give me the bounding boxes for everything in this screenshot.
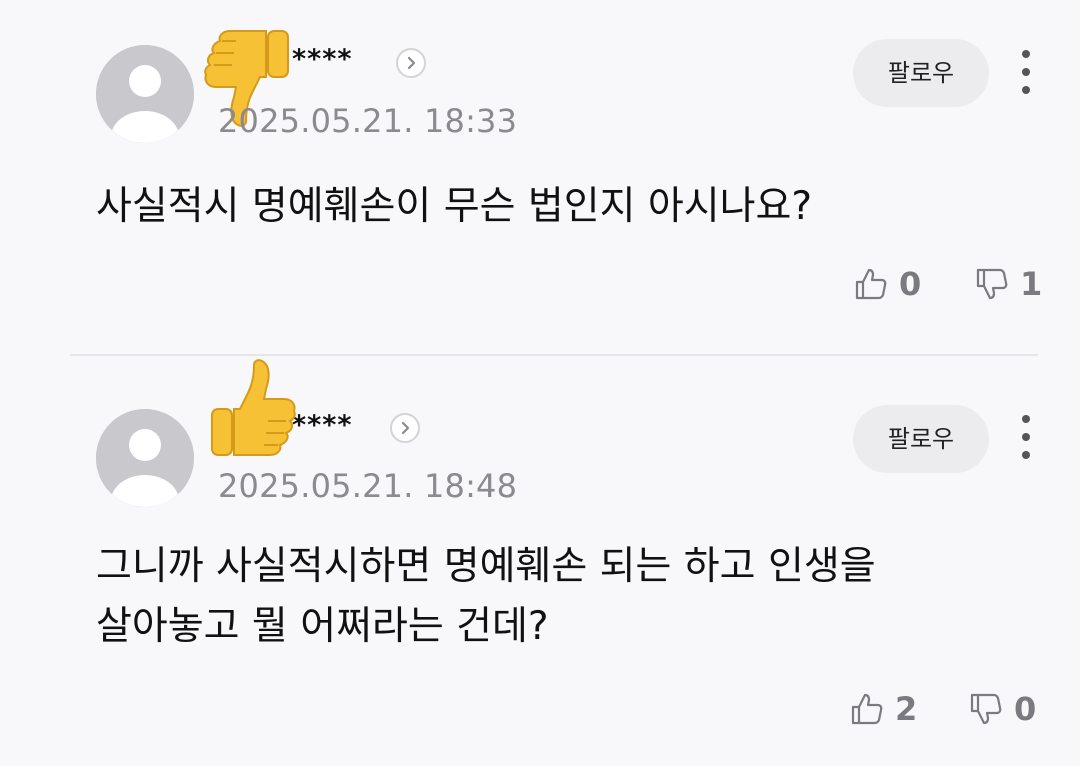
- profile-chevron-right-icon[interactable]: [396, 48, 426, 78]
- dislike-count: 0: [1014, 690, 1037, 728]
- comment-list: **** 2025.05.21. 18:33 팔로우 사실적시 명예훼손이 무슨…: [0, 0, 1080, 766]
- comment-body-line: 그니까 사실적시하면 명예훼손 되는 하고 인생을: [96, 544, 876, 589]
- thumbs-up-emoji-icon: [204, 359, 296, 459]
- comment-item: **** 2025.05.21. 18:48 팔로우 그니까 사실적시하면 명예: [0, 357, 1080, 766]
- comment-body: 그니까 사실적시하면 명예훼손 되는 하고 인생을 살아놓고 뭘 어쩌라는 건데…: [96, 537, 996, 657]
- comment-body: 사실적시 명예훼손이 무슨 법인지 아시나요?: [96, 177, 996, 237]
- more-options-icon[interactable]: [1012, 46, 1040, 98]
- avatar[interactable]: [96, 409, 194, 507]
- dislike-count: 1: [1020, 265, 1043, 303]
- default-avatar-icon: [96, 45, 194, 143]
- comment-body-line: 살아놓고 뭘 어쩌라는 건데?: [96, 604, 549, 649]
- thumbs-up-outline-icon: [855, 268, 887, 300]
- follow-button[interactable]: 팔로우: [853, 39, 989, 107]
- more-options-icon[interactable]: [1012, 411, 1040, 463]
- nickname[interactable]: ****: [292, 44, 352, 75]
- thumbs-down-outline-icon: [976, 268, 1008, 300]
- comment-item: **** 2025.05.21. 18:33 팔로우 사실적시 명예훼손이 무슨…: [0, 0, 1080, 355]
- nickname[interactable]: ****: [292, 410, 352, 441]
- comment-divider: [70, 354, 1038, 356]
- avatar[interactable]: [96, 45, 194, 143]
- like-count: 0: [899, 265, 922, 303]
- comment-timestamp: 2025.05.21. 18:33: [218, 102, 518, 140]
- profile-chevron-right-icon[interactable]: [390, 413, 420, 443]
- comment-body-line: 사실적시 명예훼손이 무슨 법인지 아시나요?: [96, 184, 813, 229]
- thumbs-down-outline-icon: [970, 693, 1002, 725]
- follow-button[interactable]: 팔로우: [853, 405, 989, 473]
- thumbs-up-outline-icon: [851, 693, 883, 725]
- comment-timestamp: 2025.05.21. 18:48: [218, 467, 518, 505]
- like-count: 2: [895, 690, 918, 728]
- default-avatar-icon: [96, 409, 194, 507]
